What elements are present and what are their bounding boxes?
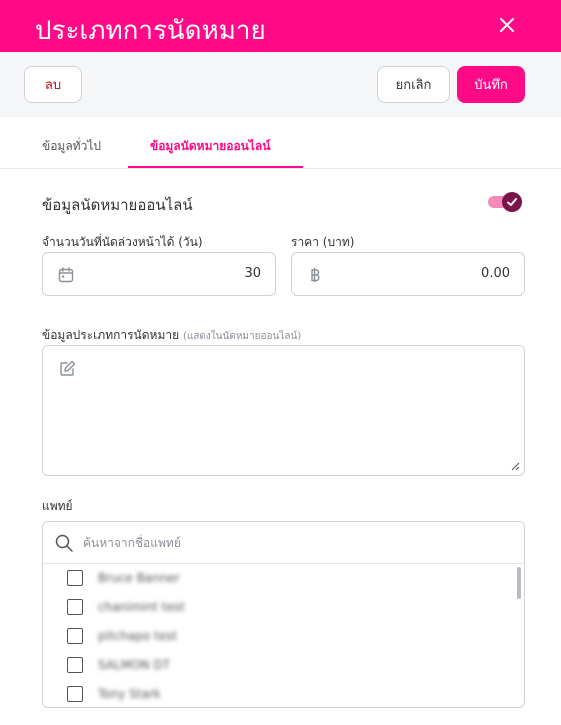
advance-days-label: จำนวนวันที่นัดล่วงหน้าได้ (วัน) — [42, 235, 203, 249]
doctor-checkbox[interactable] — [67, 686, 83, 702]
doctor-name: SALMON DT — [98, 658, 170, 672]
tab-bar: ข้อมูลทั่วไป ข้อมูลนัดหมายออนไลน์ — [0, 117, 561, 169]
save-button[interactable]: บันทึก — [457, 66, 525, 103]
price-value: 0.00 — [481, 266, 510, 281]
check-icon — [507, 198, 517, 206]
tab-general-info[interactable]: ข้อมูลทั่วไป — [42, 137, 101, 156]
doctor-item[interactable]: SALMON DT — [67, 656, 170, 674]
doctor-item[interactable]: Bruce Banner — [67, 569, 180, 587]
doctor-picker: Bruce Banner chanimint test pitchapo tes… — [42, 521, 525, 708]
dialog-header: ประเภทการนัดหมาย — [0, 0, 561, 52]
doctor-checkbox[interactable] — [67, 657, 83, 673]
doctors-label: แพทย์ — [42, 499, 73, 513]
doctor-name: chanimint test — [98, 600, 185, 614]
doctor-item[interactable]: chanimint test — [67, 598, 185, 616]
toggle-knob — [502, 192, 522, 212]
calendar-icon — [58, 267, 74, 283]
close-icon[interactable] — [496, 14, 518, 36]
doctor-name: Tony Stark — [98, 687, 161, 701]
description-label-text: ข้อมูลประเภทการนัดหมาย — [42, 328, 180, 342]
edit-icon — [60, 360, 76, 376]
description-textarea[interactable] — [42, 345, 525, 476]
doctor-name: pitchapo test — [98, 629, 178, 643]
online-enabled-toggle[interactable] — [488, 192, 524, 212]
delete-button[interactable]: ลบ — [24, 66, 82, 103]
doctor-item[interactable]: Tony Stark — [67, 685, 161, 703]
doctor-item[interactable]: pitchapo test — [67, 627, 177, 645]
description-hint: (แสดงในนัดหมายออนไลน์) — [182, 331, 302, 342]
section-title: ข้อมูลนัดหมายออนไลน์ — [42, 196, 193, 214]
search-icon — [55, 534, 73, 552]
advance-days-field[interactable]: 30 — [42, 252, 276, 296]
baht-icon — [311, 268, 320, 282]
cancel-button[interactable]: ยกเลิก — [377, 66, 450, 103]
resize-handle-icon[interactable] — [510, 461, 520, 471]
advance-days-value: 30 — [244, 266, 261, 281]
price-label: ราคา (บาท) — [291, 235, 355, 249]
doctor-search-row — [43, 522, 524, 564]
description-label: ข้อมูลประเภทการนัดหมาย (แสดงในนัดหมายออน… — [42, 326, 301, 345]
dialog-title: ประเภทการนัดหมาย — [35, 16, 266, 46]
doctor-checkbox[interactable] — [67, 628, 83, 644]
doctor-name: Bruce Banner — [98, 571, 180, 585]
tab-online-appointment[interactable]: ข้อมูลนัดหมายออนไลน์ — [150, 137, 270, 156]
price-field[interactable]: 0.00 — [291, 252, 525, 296]
doctor-list-scrollbar[interactable] — [517, 567, 521, 599]
doctor-checkbox[interactable] — [67, 570, 83, 586]
doctor-search-input[interactable] — [81, 532, 481, 554]
doctor-checkbox[interactable] — [67, 599, 83, 615]
active-tab-indicator — [128, 166, 303, 168]
